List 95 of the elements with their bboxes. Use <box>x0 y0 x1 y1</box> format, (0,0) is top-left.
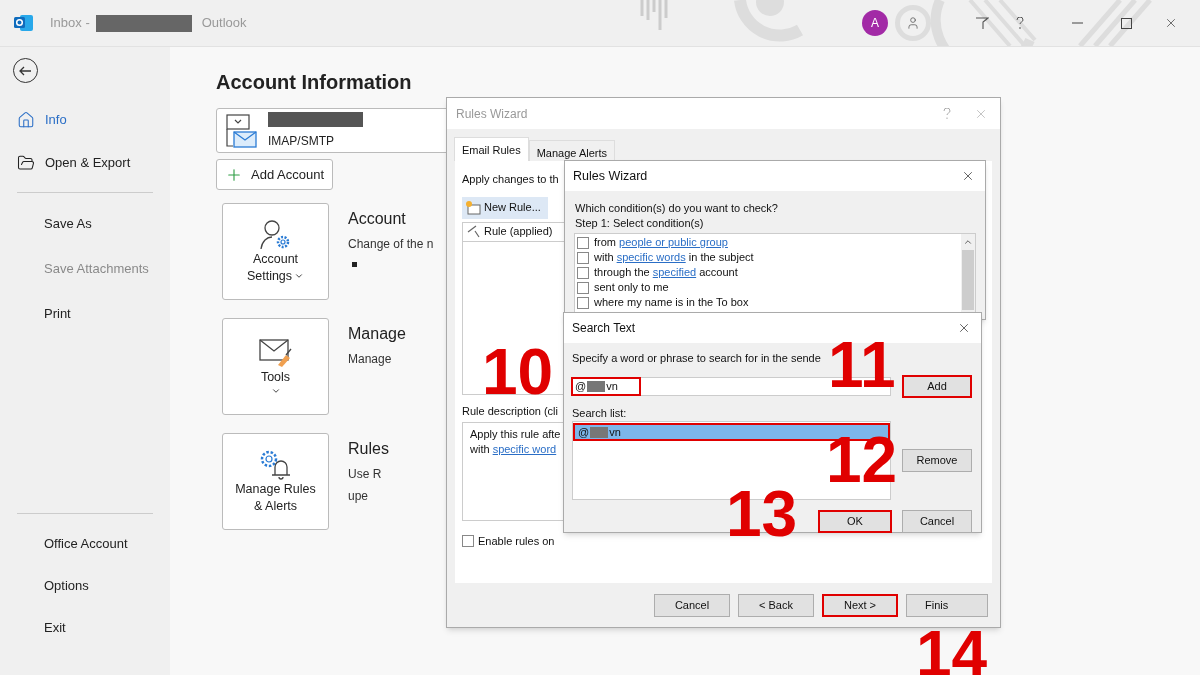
redaction-bar <box>587 380 606 392</box>
dialog-title: Rules Wizard <box>573 167 648 185</box>
sidebar-item[interactable]: Open & Export <box>0 152 170 174</box>
outlook-logo-icon <box>14 14 34 32</box>
condition-text: where my name is in the To box <box>594 295 749 311</box>
tile-label: Tools <box>260 369 291 386</box>
folder-icon <box>17 154 35 172</box>
envelope-tools-icon <box>257 337 294 369</box>
typed-text: @ <box>575 378 587 394</box>
description-label: Rule description (cli <box>462 403 558 419</box>
wand-icon <box>467 225 481 238</box>
sidebar-item[interactable]: Options <box>0 575 170 597</box>
tile-label: Manage Rules <box>235 480 316 498</box>
dialog-button[interactable]: Cancel <box>902 510 972 533</box>
condition-link[interactable]: specific words <box>616 251 686 264</box>
tile-label: Settings <box>246 267 305 285</box>
question-text: Which condition(s) do you want to check? <box>575 201 779 216</box>
typed-text: vn <box>609 424 621 440</box>
description-link[interactable]: specific word <box>492 443 557 455</box>
dialog-button[interactable]: < Back <box>738 594 814 617</box>
sidebar-item[interactable]: Save As <box>0 213 170 235</box>
step-text: Step 1: Select condition(s) <box>575 216 705 231</box>
step-number: 13 <box>726 482 798 546</box>
condition-link[interactable]: specified <box>652 266 697 279</box>
sidebar-item[interactable]: Office Account <box>0 533 170 555</box>
tab[interactable]: Manage Alerts <box>528 140 615 161</box>
tile-button[interactable]: Account Settings <box>222 203 329 300</box>
section-heading: Account <box>348 209 407 229</box>
mail-account-icon <box>226 113 258 148</box>
sidebar-item[interactable]: Info <box>0 109 170 131</box>
checkbox[interactable] <box>462 535 474 548</box>
list-label: Search list: <box>571 405 628 421</box>
window-title: Outlook <box>201 14 247 33</box>
home-icon <box>17 111 35 129</box>
chevron-icon <box>294 271 305 281</box>
checkbox[interactable] <box>577 236 589 249</box>
window-title: Inbox - <box>50 14 90 33</box>
dialog-button[interactable]: Cancel <box>654 594 730 617</box>
dialog-button[interactable]: OK <box>818 510 892 533</box>
sidebar-item[interactable]: Exit <box>0 617 170 639</box>
column-header[interactable]: Rule (applied) <box>462 221 565 242</box>
condition-text: from people or public group <box>594 235 728 251</box>
chevron-icon <box>270 386 281 396</box>
section-heading: Rules <box>348 439 389 459</box>
close-icon[interactable] <box>961 169 975 183</box>
tile-label: & Alerts <box>253 497 298 515</box>
description-text: with specific word <box>470 442 558 457</box>
avatar[interactable]: A <box>862 10 888 36</box>
apply-text: Apply changes to th <box>462 172 559 187</box>
condition-link[interactable]: people or public group <box>619 236 728 249</box>
scrollbar[interactable] <box>961 234 975 312</box>
step-number: 10 <box>482 340 554 404</box>
tile-button[interactable]: Tools <box>222 318 329 415</box>
tile-button[interactable]: Manage Rules & Alerts <box>222 433 329 530</box>
section-text: Manage <box>348 351 393 368</box>
prompt-text: Specify a word or phrase to search for in the sende <box>571 351 822 366</box>
section-heading: Manage <box>348 324 406 344</box>
section-text: Change of the n <box>348 236 434 253</box>
checkbox-label: Enable rules on <box>478 534 555 549</box>
account-type: IMAP/SMTP <box>268 132 335 150</box>
tile-label: Account <box>252 250 299 268</box>
description-text: Apply this rule afte <box>470 427 562 442</box>
account-button[interactable] <box>895 5 931 41</box>
brush-icon[interactable] <box>975 16 989 30</box>
checkbox[interactable] <box>577 251 589 264</box>
sidebar-item[interactable]: Print <box>0 303 170 325</box>
help-icon[interactable] <box>1016 16 1024 30</box>
new-rule-icon <box>465 200 481 215</box>
close-icon[interactable] <box>1164 16 1178 30</box>
dialog-button[interactable]: Remove <box>902 449 972 472</box>
back-arrow-icon <box>19 65 32 76</box>
bullet-icon <box>352 262 357 267</box>
add-account-button[interactable]: Add Account <box>216 159 333 190</box>
scroll-up-icon[interactable] <box>963 237 973 247</box>
section-text: Use R <box>348 466 383 483</box>
checkbox[interactable] <box>577 296 589 309</box>
maximize-icon[interactable] <box>1121 17 1132 29</box>
typed-text: vn <box>606 378 618 394</box>
condition-text: sent only to me <box>594 280 669 296</box>
dialog-button[interactable]: Finis <box>906 594 988 617</box>
checkbox[interactable] <box>577 266 589 279</box>
typed-text: @ <box>578 424 590 440</box>
condition-text: through the specified account <box>594 265 738 281</box>
checkbox[interactable] <box>577 281 589 294</box>
redaction-bar <box>590 426 609 438</box>
section-text: upe <box>348 488 370 505</box>
person-icon <box>906 16 920 30</box>
close-icon[interactable] <box>957 321 971 335</box>
new-rule-button[interactable]: New Rule... <box>462 196 548 219</box>
condition-text: with specific words in the subject <box>594 250 754 266</box>
dialog-button[interactable]: Next > <box>822 594 898 617</box>
dialog-button[interactable]: Add <box>902 374 972 398</box>
tab[interactable]: Email Rules <box>454 137 529 161</box>
page-title: Account Information <box>216 70 413 95</box>
dialog-title: Search Text <box>572 320 636 337</box>
